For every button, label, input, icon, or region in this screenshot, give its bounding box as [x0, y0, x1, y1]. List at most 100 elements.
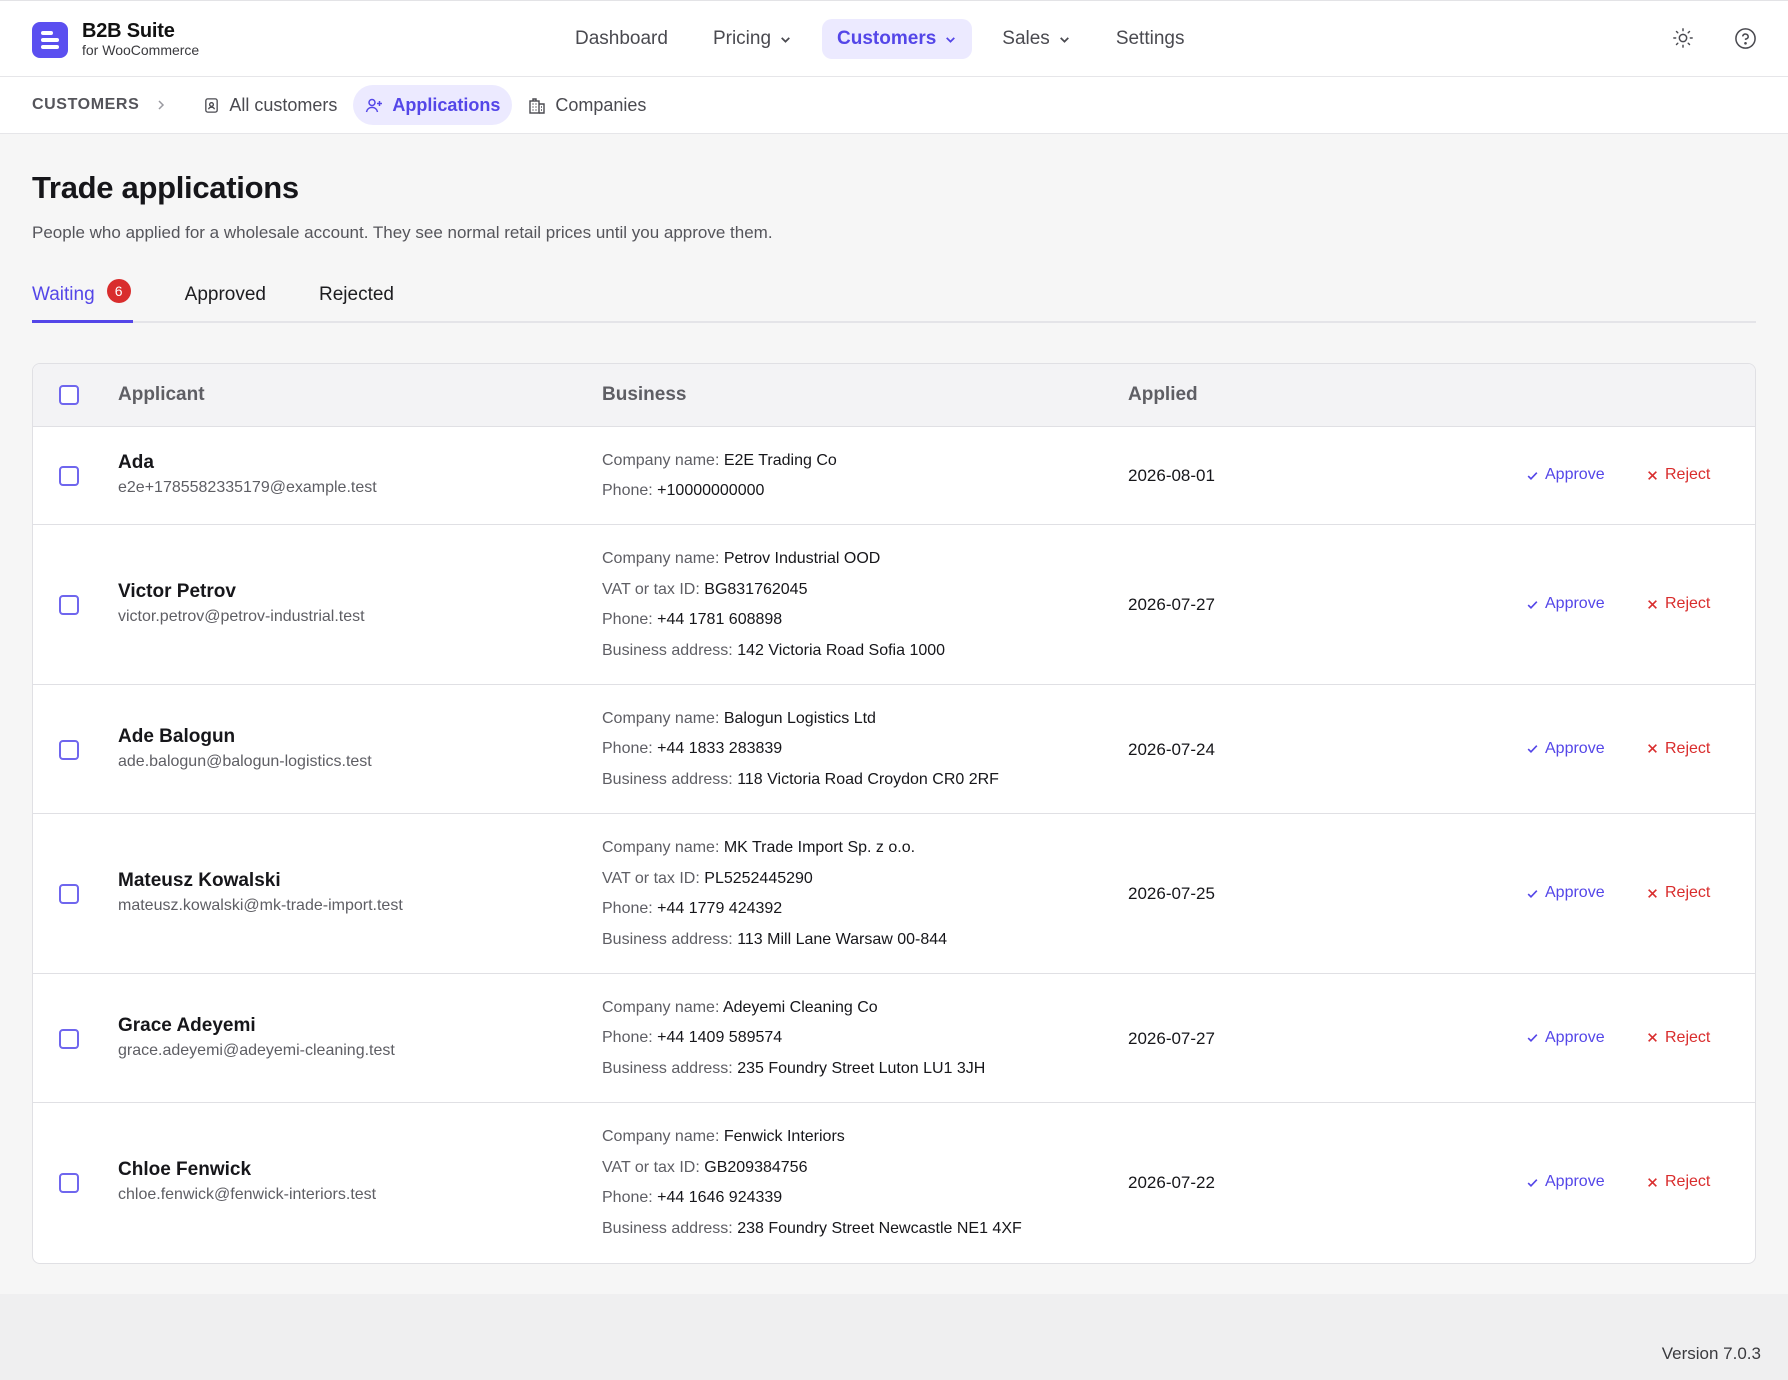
row-checkbox[interactable] — [59, 884, 79, 904]
detail-value: Petrov Industrial OOD — [723, 550, 881, 567]
brand[interactable]: B2B Suite for WooCommerce — [32, 20, 199, 59]
check-icon — [1526, 887, 1539, 900]
x-icon — [1647, 743, 1658, 754]
tab-approved[interactable]: Approved — [185, 273, 266, 323]
detail-key: VAT or tax ID: — [602, 1158, 700, 1176]
detail-value: E2E Trading Co — [723, 451, 837, 469]
business-detail-line: Company name: E2E Trading Co — [602, 446, 837, 477]
nav-item-pricing[interactable]: Pricing — [698, 19, 807, 59]
business-detail-line: Business address: 113 Mill Lane Warsaw 0… — [602, 925, 947, 956]
reject-button[interactable]: Reject — [1647, 595, 1710, 613]
applicant-name: Ade Balogun — [118, 725, 236, 747]
detail-value: +44 1833 283839 — [657, 740, 783, 758]
column-header-business[interactable]: Business — [602, 384, 686, 406]
chevron-down-icon — [779, 33, 792, 46]
applicant-name: Mateusz Kowalski — [118, 870, 281, 891]
detail-key: Business address: — [602, 930, 733, 948]
row-checkbox[interactable] — [59, 1173, 79, 1193]
subtab-label: All customers — [229, 94, 338, 115]
nav-item-customers[interactable]: Customers — [822, 19, 973, 59]
approve-label: Approve — [1545, 739, 1605, 757]
row-checkbox[interactable] — [59, 466, 79, 486]
tab-label: Approved — [184, 284, 266, 305]
detail-value: 113 Mill Lane Warsaw 00-844 — [737, 930, 948, 948]
building-icon — [528, 97, 546, 114]
business-detail-line: Phone: +44 1409 589574 — [602, 1023, 985, 1054]
approve-button[interactable]: Approve — [1526, 1173, 1605, 1191]
reject-button[interactable]: Reject — [1647, 1029, 1710, 1047]
brand-title: B2B Suite — [82, 20, 175, 42]
sub-navbar: CUSTOMERS All customers Applications Compa… — [0, 77, 1788, 134]
detail-key: Phone: — [602, 900, 653, 917]
approve-label: Approve — [1545, 466, 1605, 483]
detail-key: Company name: — [602, 839, 720, 856]
tab-label: Rejected — [319, 284, 394, 305]
business-detail-line: Phone: +44 1779 424392 — [602, 894, 947, 925]
subtab-all-customers[interactable]: All customers — [191, 85, 349, 125]
approve-button[interactable]: Approve — [1526, 1029, 1605, 1047]
check-icon — [1526, 469, 1539, 482]
help-circle-icon[interactable] — [1732, 25, 1758, 51]
subtab-companies[interactable]: Companies — [516, 85, 658, 125]
reject-label: Reject — [1665, 466, 1711, 483]
reject-button[interactable]: Reject — [1647, 740, 1710, 758]
subtab-label: Companies — [555, 94, 647, 115]
footer: Version 7.0.3 — [0, 1294, 1788, 1380]
detail-key: Phone: — [602, 740, 653, 758]
detail-value: 235 Foundry Street Luton LU1 3JH — [737, 1059, 986, 1077]
page-title: Trade applications — [32, 170, 299, 205]
reject-label: Reject — [1665, 884, 1711, 901]
sun-icon[interactable] — [1670, 25, 1696, 51]
nav-item-label: Settings — [1115, 28, 1185, 49]
reject-button[interactable]: Reject — [1647, 1173, 1710, 1191]
table-header: Applicant Business Applied — [33, 364, 1755, 427]
row-checkbox[interactable] — [59, 739, 79, 760]
row-checkbox[interactable] — [59, 1028, 79, 1049]
column-header-applied[interactable]: Applied — [1128, 384, 1198, 406]
subtab-applications[interactable]: Applications — [353, 85, 513, 125]
approve-button[interactable]: Approve — [1526, 595, 1605, 613]
reject-button[interactable]: Reject — [1647, 884, 1710, 902]
nav-item-label: Pricing — [712, 28, 772, 49]
applicant-email: mateusz.kowalski@mk-trade-import.test — [118, 897, 403, 914]
check-icon — [1526, 1176, 1539, 1189]
reject-button[interactable]: Reject — [1647, 466, 1710, 484]
table-row: Victor Petrov victor.petrov@petrov-indust… — [33, 525, 1755, 685]
applicant-name: Ada — [118, 452, 154, 473]
detail-key: Company name: — [602, 709, 720, 727]
subtab-label: Applications — [392, 94, 501, 115]
check-icon — [1526, 1031, 1539, 1044]
business-detail-line: Phone: +44 1781 608898 — [602, 605, 945, 636]
contact-card-icon — [203, 97, 220, 114]
detail-value: +44 1781 608898 — [657, 611, 783, 628]
applicant-name: Grace Adeyemi — [118, 1014, 256, 1036]
applications-table: Applicant Business Applied Ada e2e+178558… — [32, 363, 1756, 1264]
business-detail-line: Company name: Balogun Logistics Ltd — [602, 704, 999, 735]
approve-button[interactable]: Approve — [1526, 740, 1605, 758]
approve-label: Approve — [1545, 1028, 1605, 1046]
tab-rejected[interactable]: Rejected — [319, 273, 394, 323]
row-checkbox[interactable] — [59, 595, 79, 615]
detail-value: Adeyemi Cleaning Co — [722, 998, 878, 1016]
detail-key: Phone: — [602, 1029, 653, 1047]
applied-date: 2026-07-24 — [1128, 739, 1215, 759]
tab-waiting[interactable]: Waiting 6 — [32, 273, 133, 323]
breadcrumb-root[interactable]: CUSTOMERS — [32, 96, 139, 114]
detail-key: VAT or tax ID: — [602, 869, 700, 887]
business-detail-line: Company name: Fenwick Interiors — [602, 1122, 1022, 1153]
detail-value: BG831762045 — [704, 580, 808, 598]
nav-item-dashboard[interactable]: Dashboard — [560, 19, 683, 59]
approve-button[interactable]: Approve — [1526, 884, 1605, 902]
table-row: Ade Balogun ade.balogun@balogun-logistics… — [33, 685, 1755, 814]
nav-item-label: Customers — [837, 28, 937, 49]
detail-value: +10000000000 — [657, 482, 765, 499]
nav-item-settings[interactable]: Settings — [1101, 19, 1200, 59]
business-detail-line: Phone: +10000000000 — [602, 476, 837, 507]
nav-item-sales[interactable]: Sales — [987, 19, 1086, 59]
business-detail-line: Business address: 238 Foundry Street New… — [602, 1214, 1022, 1245]
applicant-email: victor.petrov@petrov-industrial.test — [118, 608, 365, 625]
table-row: Chloe Fenwick chloe.fenwick@fenwick-inter… — [33, 1103, 1755, 1263]
select-all-checkbox[interactable] — [59, 385, 79, 405]
column-header-applicant[interactable]: Applicant — [118, 384, 205, 406]
approve-button[interactable]: Approve — [1526, 466, 1605, 484]
